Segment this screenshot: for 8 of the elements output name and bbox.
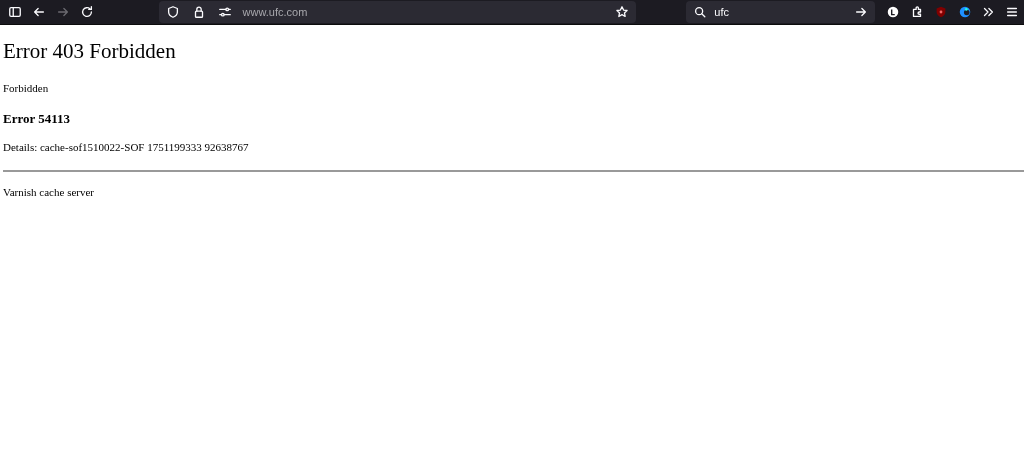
error-message: Forbidden bbox=[3, 81, 50, 97]
error-details: Details: cache-sof1510022-SOF 1751199333 92638767 bbox=[3, 140, 250, 156]
address-bar[interactable]: www.ufc.com bbox=[158, 1, 637, 23]
url-text: www.ufc.com bbox=[242, 4, 309, 20]
server-footer: Varnish cache server bbox=[3, 183, 1021, 201]
error-code-heading: Error 54113 bbox=[3, 110, 72, 127]
search-field[interactable]: ufc bbox=[686, 1, 876, 23]
page-heading: Error 403 Forbidden bbox=[3, 39, 177, 65]
